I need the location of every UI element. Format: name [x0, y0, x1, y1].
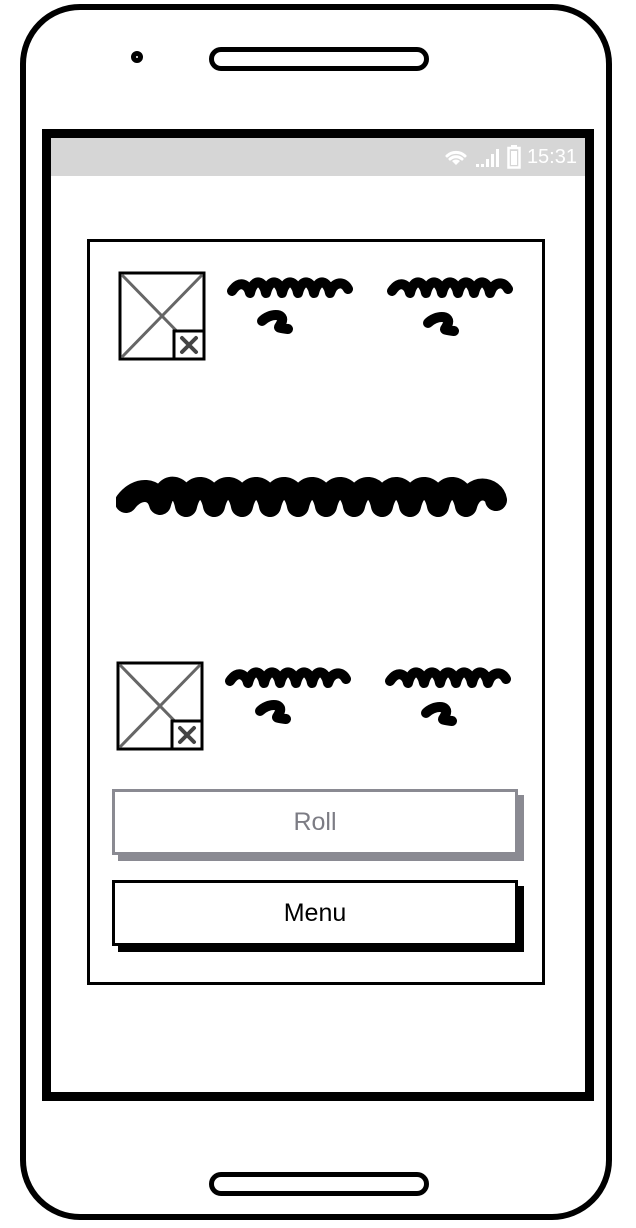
roll-button[interactable]: Roll	[112, 789, 518, 855]
camera-icon	[131, 51, 143, 63]
image-placeholder-icon	[116, 661, 204, 751]
player-two-score-scribble	[387, 277, 513, 336]
home-button[interactable]	[209, 1172, 429, 1196]
dice-card: Roll Menu	[87, 239, 545, 985]
menu-button[interactable]: Menu	[112, 880, 518, 946]
menu-button-label: Menu	[283, 898, 347, 927]
status-icons: 15:31	[443, 144, 577, 170]
player-two-dice-scribble	[385, 667, 511, 726]
battery-icon	[507, 145, 521, 169]
status-time: 15:31	[526, 146, 577, 168]
signal-icon	[475, 149, 499, 167]
wifi-icon	[445, 150, 467, 165]
status-bar: 15:31	[51, 138, 585, 176]
player-one-score-scribble	[227, 277, 353, 334]
speaker-grille	[209, 47, 429, 71]
image-placeholder-icon	[118, 271, 206, 361]
roll-button-label: Roll	[293, 807, 337, 836]
player-one-dice-scribble	[225, 667, 351, 724]
result-text-scribble	[116, 476, 507, 517]
phone-screen: 15:31 Roll Menu	[42, 129, 594, 1101]
